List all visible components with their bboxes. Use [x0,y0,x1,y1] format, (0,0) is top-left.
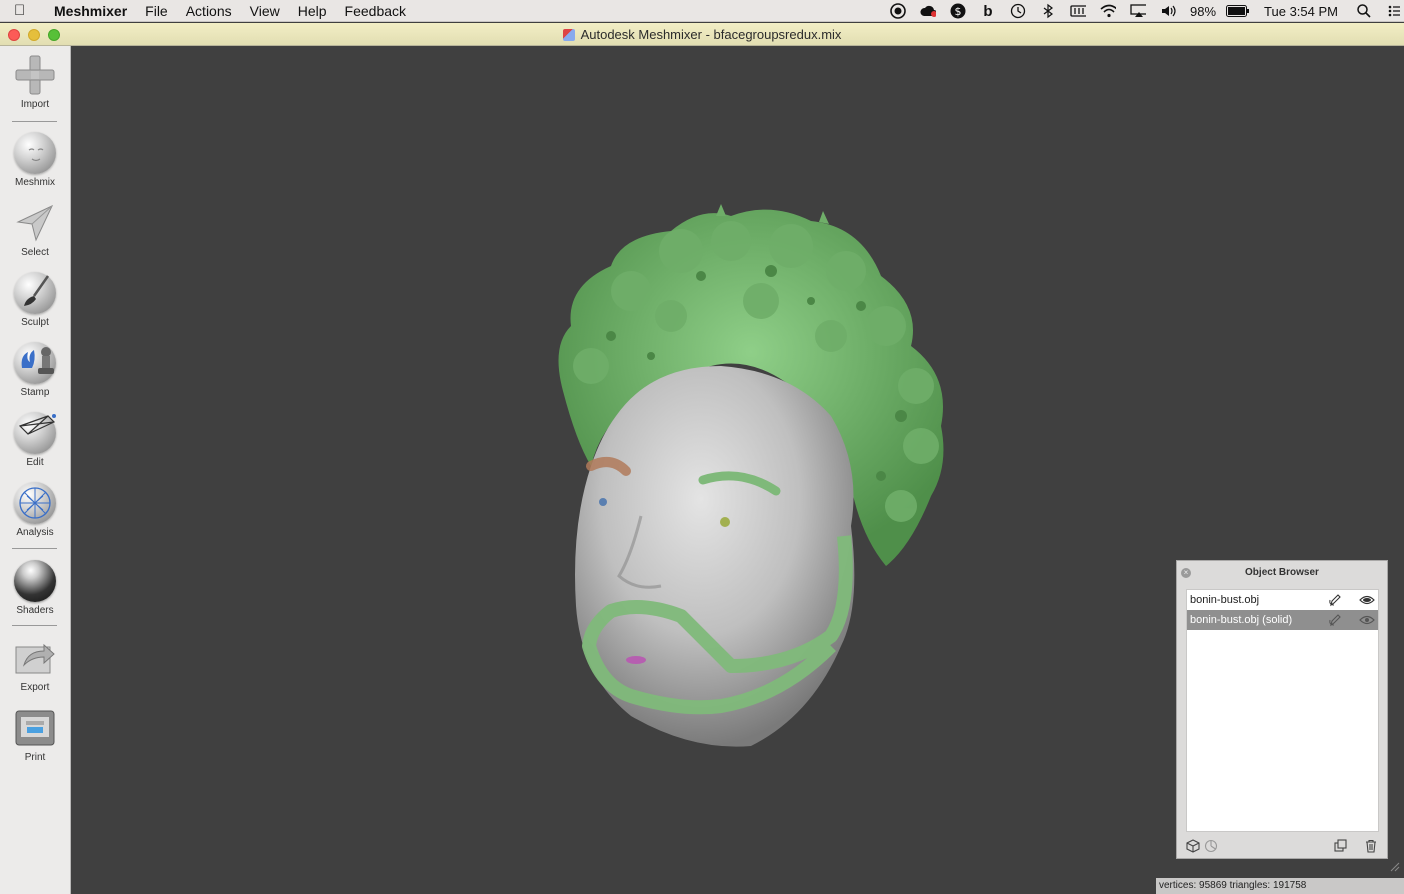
right-eye-facegroup[interactable] [720,517,730,527]
resize-grip-icon[interactable] [1390,862,1400,872]
tool-sculpt-label: Sculpt [21,317,49,328]
document-icon [562,29,575,41]
window-title-bar: Autodesk Meshmixer - bfacegroupsredux.mi… [0,23,1404,46]
tool-analysis-label: Analysis [16,527,54,538]
menu-feedback[interactable]: Feedback [336,3,415,19]
tool-shaders-label: Shaders [16,605,54,616]
meshmix-sphere-icon [14,132,56,174]
battery-percent: 98% [1190,3,1217,19]
menu-help[interactable]: Help [289,3,336,19]
svg-text:$: $ [955,5,962,18]
left-toolbar: Import Meshmix Select Sculpt Stamp Edit [0,46,71,894]
object-browser-footer [1186,839,1378,855]
list-item-selected[interactable]: bonin-bust.obj (solid) [1187,610,1378,630]
edit-icon[interactable] [1328,613,1342,627]
time-machine-icon[interactable] [1010,3,1026,19]
bluetooth-icon[interactable] [1040,3,1056,19]
duplicate-icon[interactable] [1334,839,1348,853]
airplay-icon[interactable] [1130,3,1147,19]
object-name: bonin-bust.obj (solid) [1190,614,1293,626]
menu-bar:  Meshmixer File Actions View Help Feedb… [0,0,1404,22]
brush-icon [14,272,56,314]
notification-center-icon[interactable] [1386,3,1402,19]
cube-icon[interactable] [1186,839,1200,853]
spotlight-search-icon[interactable] [1356,3,1372,19]
app-menu[interactable]: Meshmixer [42,3,136,19]
tool-sculpt[interactable]: Sculpt [0,272,70,328]
edit-wireframe-icon [14,412,56,454]
stamp-icon [14,342,56,384]
creative-cloud-icon[interactable] [920,3,937,19]
object-list: bonin-bust.obj bonin-bust.obj (solid) [1186,589,1379,832]
tool-export-label: Export [20,682,50,693]
printer-icon [14,707,56,749]
wifi-icon[interactable] [1100,3,1117,19]
analysis-mesh-icon [14,482,56,524]
trash-icon[interactable] [1364,839,1378,853]
pie-icon[interactable] [1204,839,1218,853]
arrow-select-icon [14,202,56,244]
edit-icon[interactable] [1328,593,1342,607]
menu-file[interactable]: File [136,3,177,19]
toolbar-divider [12,121,57,122]
visibility-eye-icon[interactable] [1359,593,1375,607]
tool-meshmix-label: Meshmix [14,177,55,188]
object-browser-panel: × Object Browser bonin-bust.obj bonin-bu… [1176,560,1388,859]
window-title-text: Autodesk Meshmixer - bfacegroupsredux.mi… [580,27,842,42]
visibility-eye-icon[interactable] [1359,613,1375,627]
tool-export[interactable]: Export [0,637,70,693]
tool-select-label: Select [21,247,49,258]
mesh-stats: vertices: 95869 triangles: 191758 [1156,878,1404,894]
tool-meshmix[interactable]: Meshmix [0,132,70,188]
memory-icon[interactable] [1070,3,1087,19]
tool-print-label: Print [24,752,46,763]
lip-facegroup[interactable] [626,656,646,664]
left-eye-facegroup[interactable] [599,498,607,506]
tool-edit[interactable]: Edit [0,412,70,468]
toolbar-divider [12,625,57,626]
tool-select[interactable]: Select [0,202,70,258]
dollar-icon[interactable]: $ [950,3,966,19]
b-app-icon[interactable]: b [980,3,996,20]
export-icon [14,637,56,679]
tool-stamp-label: Stamp [20,387,50,398]
menu-actions[interactable]: Actions [177,3,241,19]
battery-icon[interactable] [1226,3,1250,19]
tool-stamp[interactable]: Stamp [0,342,70,398]
tool-shaders[interactable]: Shaders [0,560,70,616]
status-menu-area: $ b 98% Tue 3:54 PM [890,0,1404,22]
shader-sphere-icon [14,560,56,602]
record-icon[interactable] [890,3,906,19]
window-title: Autodesk Meshmixer - bfacegroupsredux.mi… [0,27,1404,42]
tool-import-label: Import [20,99,50,110]
plus-icon [14,54,56,96]
tool-import[interactable]: Import [0,54,70,110]
menubar-clock[interactable]: Tue 3:54 PM [1264,4,1338,19]
object-browser-title: Object Browser [1245,567,1319,578]
tool-print[interactable]: Print [0,707,70,763]
menu-view[interactable]: View [241,3,289,19]
list-item[interactable]: bonin-bust.obj [1187,590,1378,610]
apple-icon[interactable]:  [14,2,42,19]
tool-edit-label: Edit [26,457,44,468]
toolbar-divider [12,548,57,549]
volume-icon[interactable] [1160,3,1176,19]
tool-analysis[interactable]: Analysis [0,482,70,538]
object-name: bonin-bust.obj [1190,594,1260,606]
